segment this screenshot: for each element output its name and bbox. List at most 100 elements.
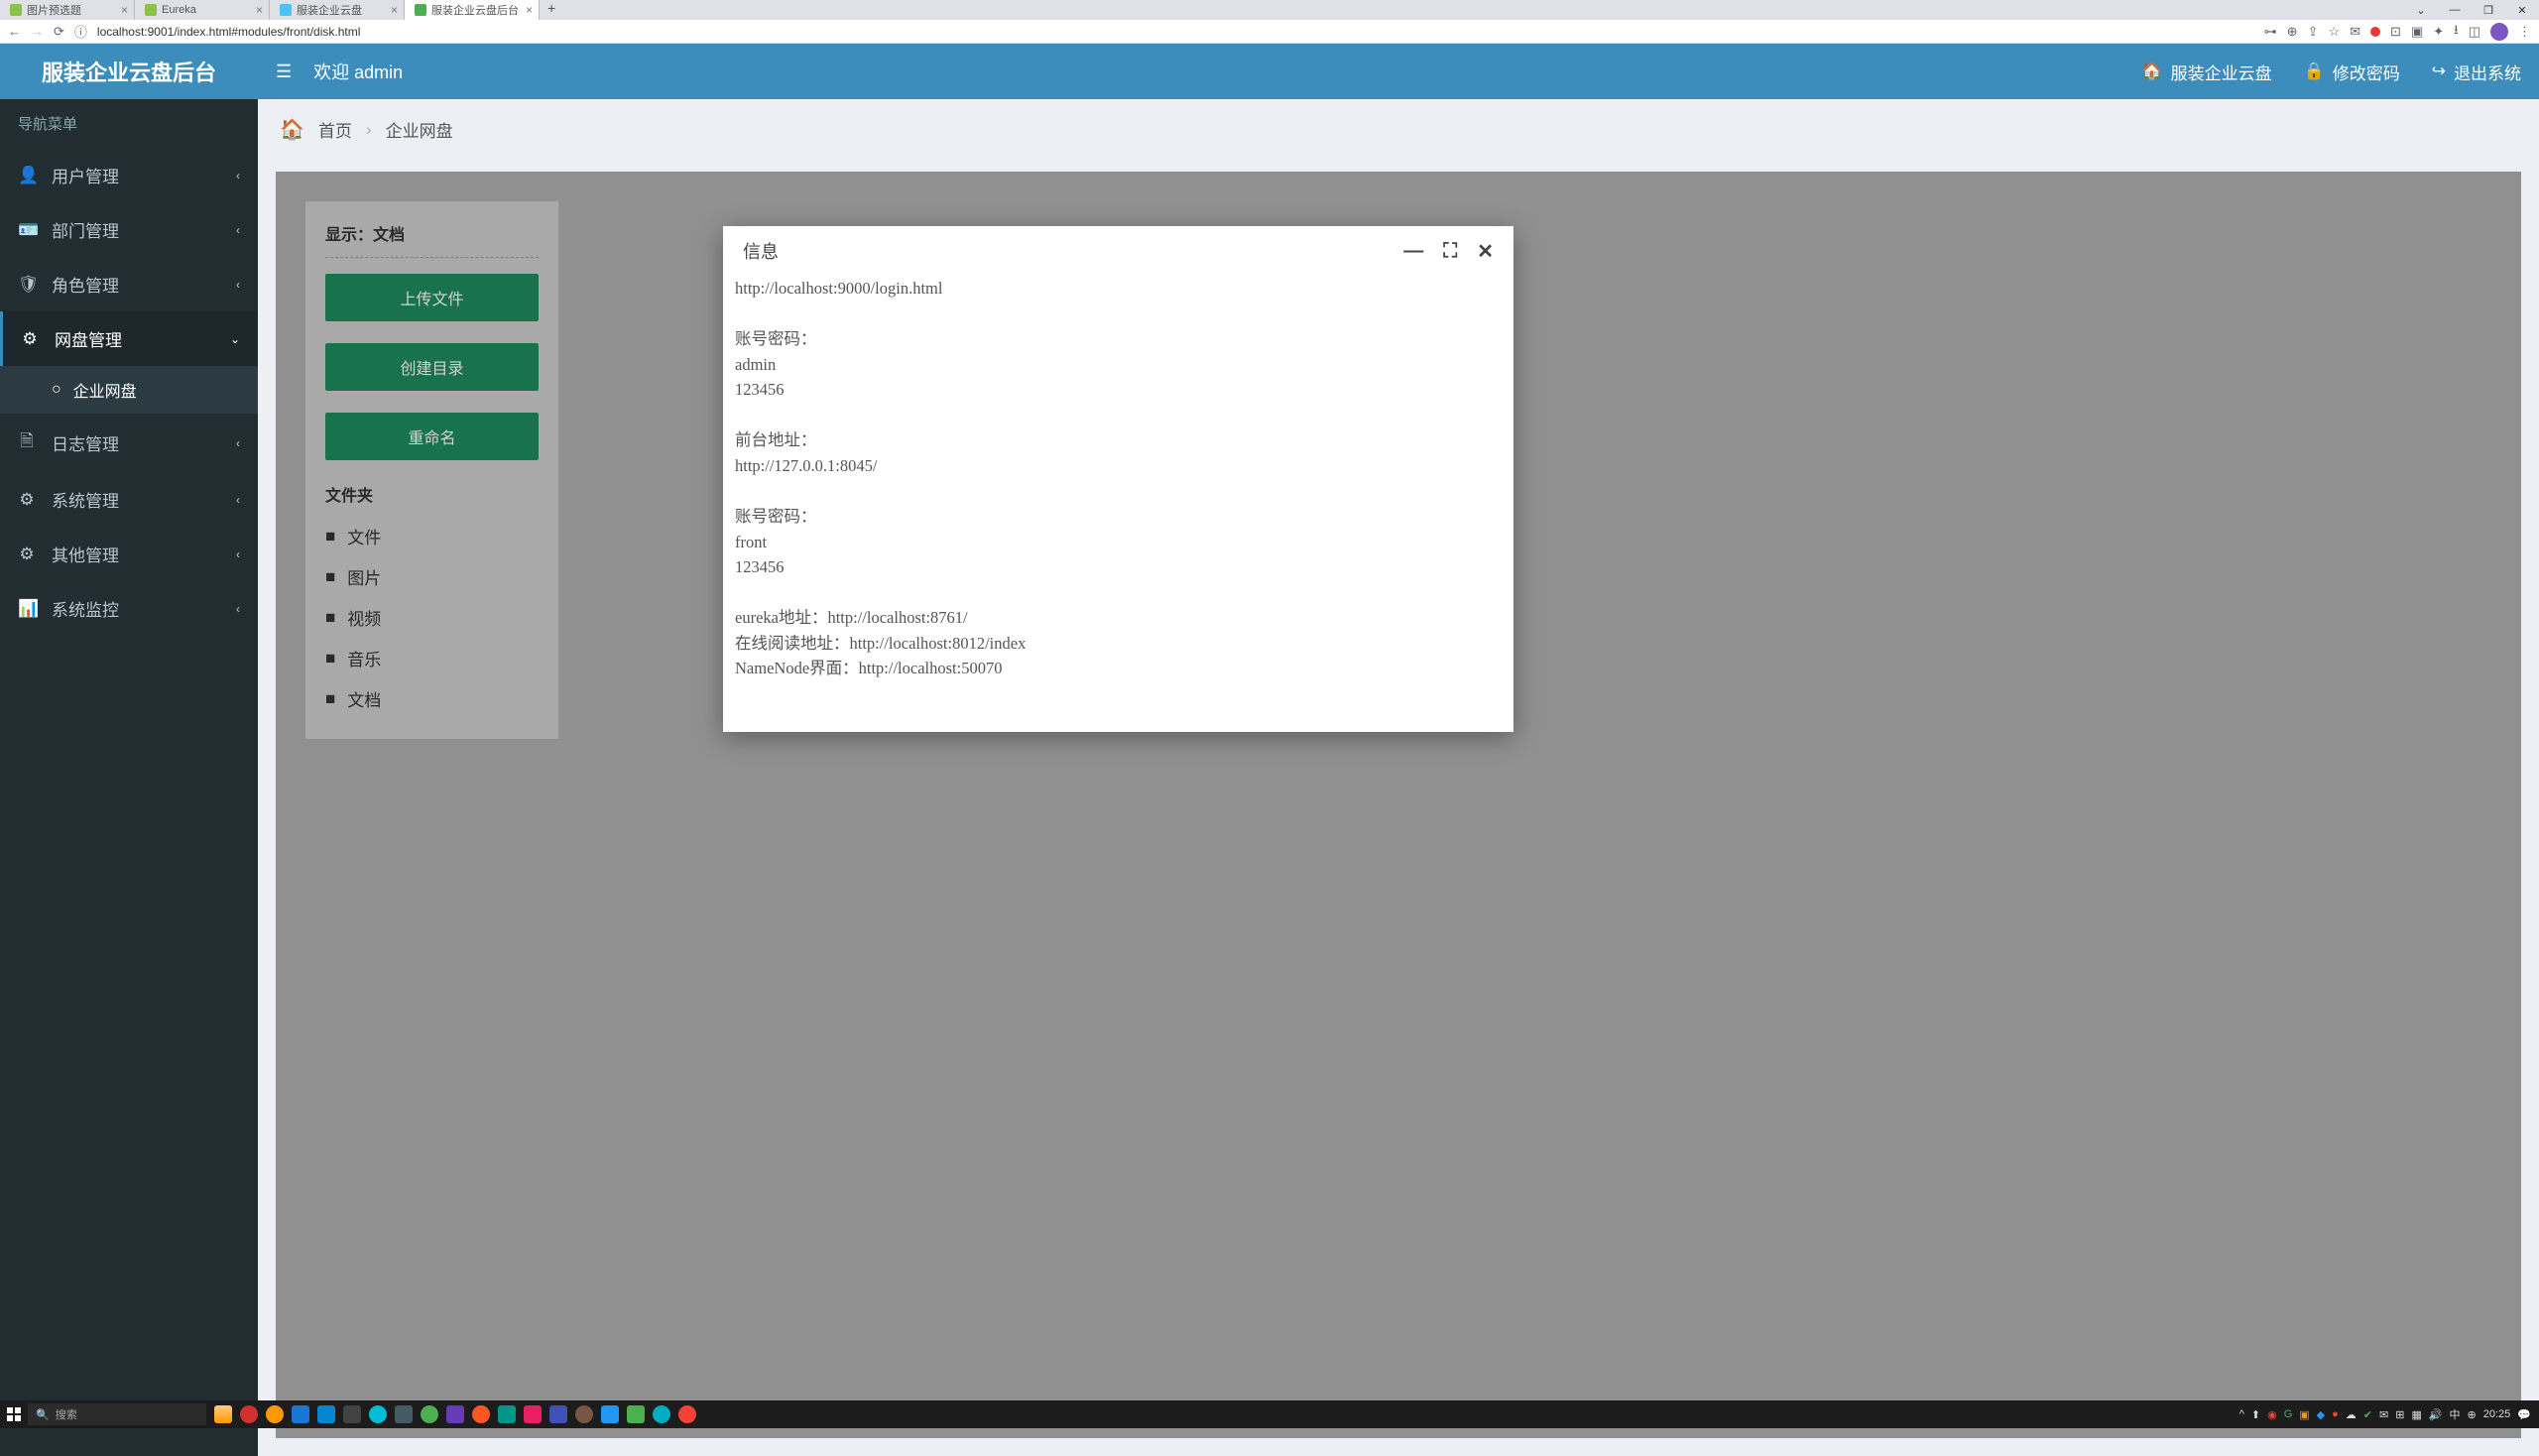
tray-icon[interactable]: ▦ bbox=[2411, 1408, 2421, 1421]
start-button[interactable] bbox=[0, 1400, 28, 1428]
home-icon[interactable]: 🏠 bbox=[280, 117, 304, 142]
profile-icon[interactable] bbox=[2490, 23, 2508, 41]
close-icon[interactable]: × bbox=[256, 3, 263, 17]
browser-tab[interactable]: Eureka× bbox=[135, 0, 270, 20]
taskbar-app-icon[interactable] bbox=[472, 1405, 490, 1423]
close-icon[interactable]: × bbox=[526, 3, 533, 17]
tray-icon[interactable]: ✔ bbox=[2363, 1408, 2372, 1421]
window-close-icon[interactable]: ✕ bbox=[2505, 0, 2539, 20]
window-minimize-icon[interactable]: — bbox=[2438, 0, 2472, 20]
tray-icon[interactable]: ◆ bbox=[2317, 1408, 2325, 1421]
sidebar-item-logs[interactable]: 🗎日志管理‹ bbox=[0, 414, 258, 472]
taskbar-app-icon[interactable] bbox=[240, 1405, 258, 1423]
sidebar-subitem-enterprise-disk[interactable]: ○企业网盘 bbox=[0, 366, 258, 414]
sidebar-item-system[interactable]: ⚙系统管理‹ bbox=[0, 472, 258, 527]
share-icon[interactable]: ⇪ bbox=[2308, 24, 2319, 40]
tray-ime[interactable]: 中 bbox=[2450, 1406, 2461, 1422]
taskbar-search[interactable]: 🔍 搜索 bbox=[28, 1403, 206, 1425]
tray-time[interactable]: 20:25 bbox=[2483, 1408, 2511, 1420]
tray-icon[interactable]: ^ bbox=[2239, 1408, 2244, 1420]
tray-icon[interactable]: ◉ bbox=[2267, 1408, 2277, 1421]
menu-toggle-icon[interactable]: ☰ bbox=[276, 61, 292, 82]
tray-icon[interactable]: ☁ bbox=[2346, 1408, 2357, 1421]
extensions-icon[interactable]: ✦ bbox=[2433, 24, 2444, 40]
tray-notifications-icon[interactable]: 💬 bbox=[2517, 1408, 2531, 1421]
taskbar-app-icon[interactable] bbox=[446, 1405, 464, 1423]
app-logo: 服装企业云盘后台 bbox=[0, 44, 258, 99]
breadcrumb-home[interactable]: 首页 bbox=[318, 117, 352, 142]
taskbar-app-icon[interactable] bbox=[549, 1405, 567, 1423]
info-icon[interactable]: ⓘ bbox=[74, 22, 87, 41]
window-maximize-icon[interactable]: ❐ bbox=[2472, 0, 2505, 20]
lock-icon: 🔒 bbox=[2304, 61, 2325, 81]
taskbar-app-icon[interactable] bbox=[678, 1405, 696, 1423]
modal-body[interactable]: http://localhost:9000/login.html 账号密码： a… bbox=[723, 276, 1513, 732]
tray-icon[interactable]: 🔊 bbox=[2429, 1408, 2443, 1421]
nav-logout-link[interactable]: ↪ 退出系统 bbox=[2432, 60, 2521, 84]
browser-tab-active[interactable]: 服装企业云盘后台× bbox=[405, 0, 540, 20]
sidebar-item-roles[interactable]: 🛡角色管理‹ bbox=[0, 257, 258, 311]
sidebar-item-users[interactable]: 👤用户管理‹ bbox=[0, 148, 258, 202]
taskbar-app-icon[interactable] bbox=[266, 1405, 284, 1423]
download-icon[interactable]: ⭳ bbox=[2454, 21, 2459, 43]
sidebar-item-monitor[interactable]: 📊系统监控‹ bbox=[0, 581, 258, 636]
chart-icon: 📊 bbox=[18, 599, 36, 619]
tray-icon[interactable]: G bbox=[2284, 1408, 2293, 1420]
tray-icon[interactable]: ● bbox=[2332, 1408, 2339, 1420]
close-icon[interactable]: × bbox=[121, 3, 128, 17]
ext-icon[interactable] bbox=[2370, 27, 2380, 37]
chevron-left-icon: ‹ bbox=[236, 169, 240, 182]
taskbar-app-icon[interactable] bbox=[421, 1405, 438, 1423]
gear-icon: ⚙ bbox=[21, 329, 39, 349]
gmail-icon[interactable]: ✉ bbox=[2350, 24, 2360, 40]
sidebar-item-departments[interactable]: 🪪部门管理‹ bbox=[0, 202, 258, 257]
taskbar-app-icon[interactable] bbox=[575, 1405, 593, 1423]
tray-icon[interactable]: ✉ bbox=[2379, 1408, 2388, 1421]
ext-icon[interactable]: ▣ bbox=[2411, 24, 2423, 40]
chevron-left-icon: ‹ bbox=[236, 602, 240, 616]
zoom-icon[interactable]: ⊕ bbox=[2287, 24, 2298, 40]
tray-icon[interactable]: ▣ bbox=[2299, 1408, 2309, 1421]
key-icon[interactable]: ⊶ bbox=[2264, 24, 2277, 40]
logout-icon: ↪ bbox=[2432, 61, 2446, 81]
sidebar-title: 导航菜单 bbox=[0, 99, 258, 148]
breadcrumb: 🏠 首页 › 企业网盘 bbox=[258, 99, 2539, 160]
taskbar-app-icon[interactable] bbox=[343, 1405, 361, 1423]
browser-tab[interactable]: 服装企业云盘× bbox=[270, 0, 405, 20]
taskbar-app-icon[interactable] bbox=[292, 1405, 309, 1423]
taskbar-app-icon[interactable] bbox=[395, 1405, 413, 1423]
taskbar-app-icon[interactable] bbox=[214, 1405, 232, 1423]
maximize-icon[interactable]: ⛶ bbox=[1443, 240, 1457, 263]
window-dropdown-icon[interactable]: ⌄ bbox=[2404, 0, 2438, 20]
nav-home-link[interactable]: 🏠 服装企业云盘 bbox=[2141, 60, 2271, 84]
sidebar-item-disk[interactable]: ⚙网盘管理⌄ bbox=[0, 311, 258, 366]
minimize-icon[interactable]: — bbox=[1403, 240, 1423, 263]
chevron-left-icon: ‹ bbox=[236, 278, 240, 292]
tray-icon[interactable]: ⊕ bbox=[2468, 1408, 2477, 1421]
modal-title: 信息 bbox=[743, 238, 779, 264]
forward-icon[interactable]: → bbox=[31, 24, 44, 39]
back-icon[interactable]: ← bbox=[8, 24, 21, 39]
taskbar-app-icon[interactable] bbox=[498, 1405, 516, 1423]
url-field[interactable]: localhost:9001/index.html#modules/front/… bbox=[97, 25, 2254, 39]
sidepanel-icon[interactable]: ◫ bbox=[2469, 24, 2480, 40]
taskbar-app-icon[interactable] bbox=[601, 1405, 619, 1423]
nav-password-link[interactable]: 🔒 修改密码 bbox=[2304, 60, 2400, 84]
close-icon[interactable]: × bbox=[391, 3, 398, 17]
ext-icon[interactable]: ⊡ bbox=[2390, 24, 2401, 40]
taskbar-app-icon[interactable] bbox=[369, 1405, 387, 1423]
tray-icon[interactable]: ⬆ bbox=[2251, 1408, 2260, 1421]
taskbar-app-icon[interactable] bbox=[524, 1405, 542, 1423]
star-icon[interactable]: ☆ bbox=[2328, 24, 2340, 40]
new-tab-button[interactable]: + bbox=[540, 0, 563, 20]
taskbar-app-icon[interactable] bbox=[653, 1405, 670, 1423]
browser-tab[interactable]: 图片预选题× bbox=[0, 0, 135, 20]
taskbar-app-icon[interactable] bbox=[317, 1405, 335, 1423]
sidebar-item-other[interactable]: ⚙其他管理‹ bbox=[0, 527, 258, 581]
tray-icon[interactable]: ⊞ bbox=[2395, 1408, 2404, 1421]
close-icon[interactable]: ✕ bbox=[1477, 239, 1494, 264]
menu-icon[interactable]: ⋮ bbox=[2518, 24, 2531, 40]
browser-tab-strip: 图片预选题× Eureka× 服装企业云盘× 服装企业云盘后台× + ⌄ — ❐… bbox=[0, 0, 2539, 20]
taskbar-app-icon[interactable] bbox=[627, 1405, 645, 1423]
reload-icon[interactable]: ⟳ bbox=[54, 24, 64, 40]
